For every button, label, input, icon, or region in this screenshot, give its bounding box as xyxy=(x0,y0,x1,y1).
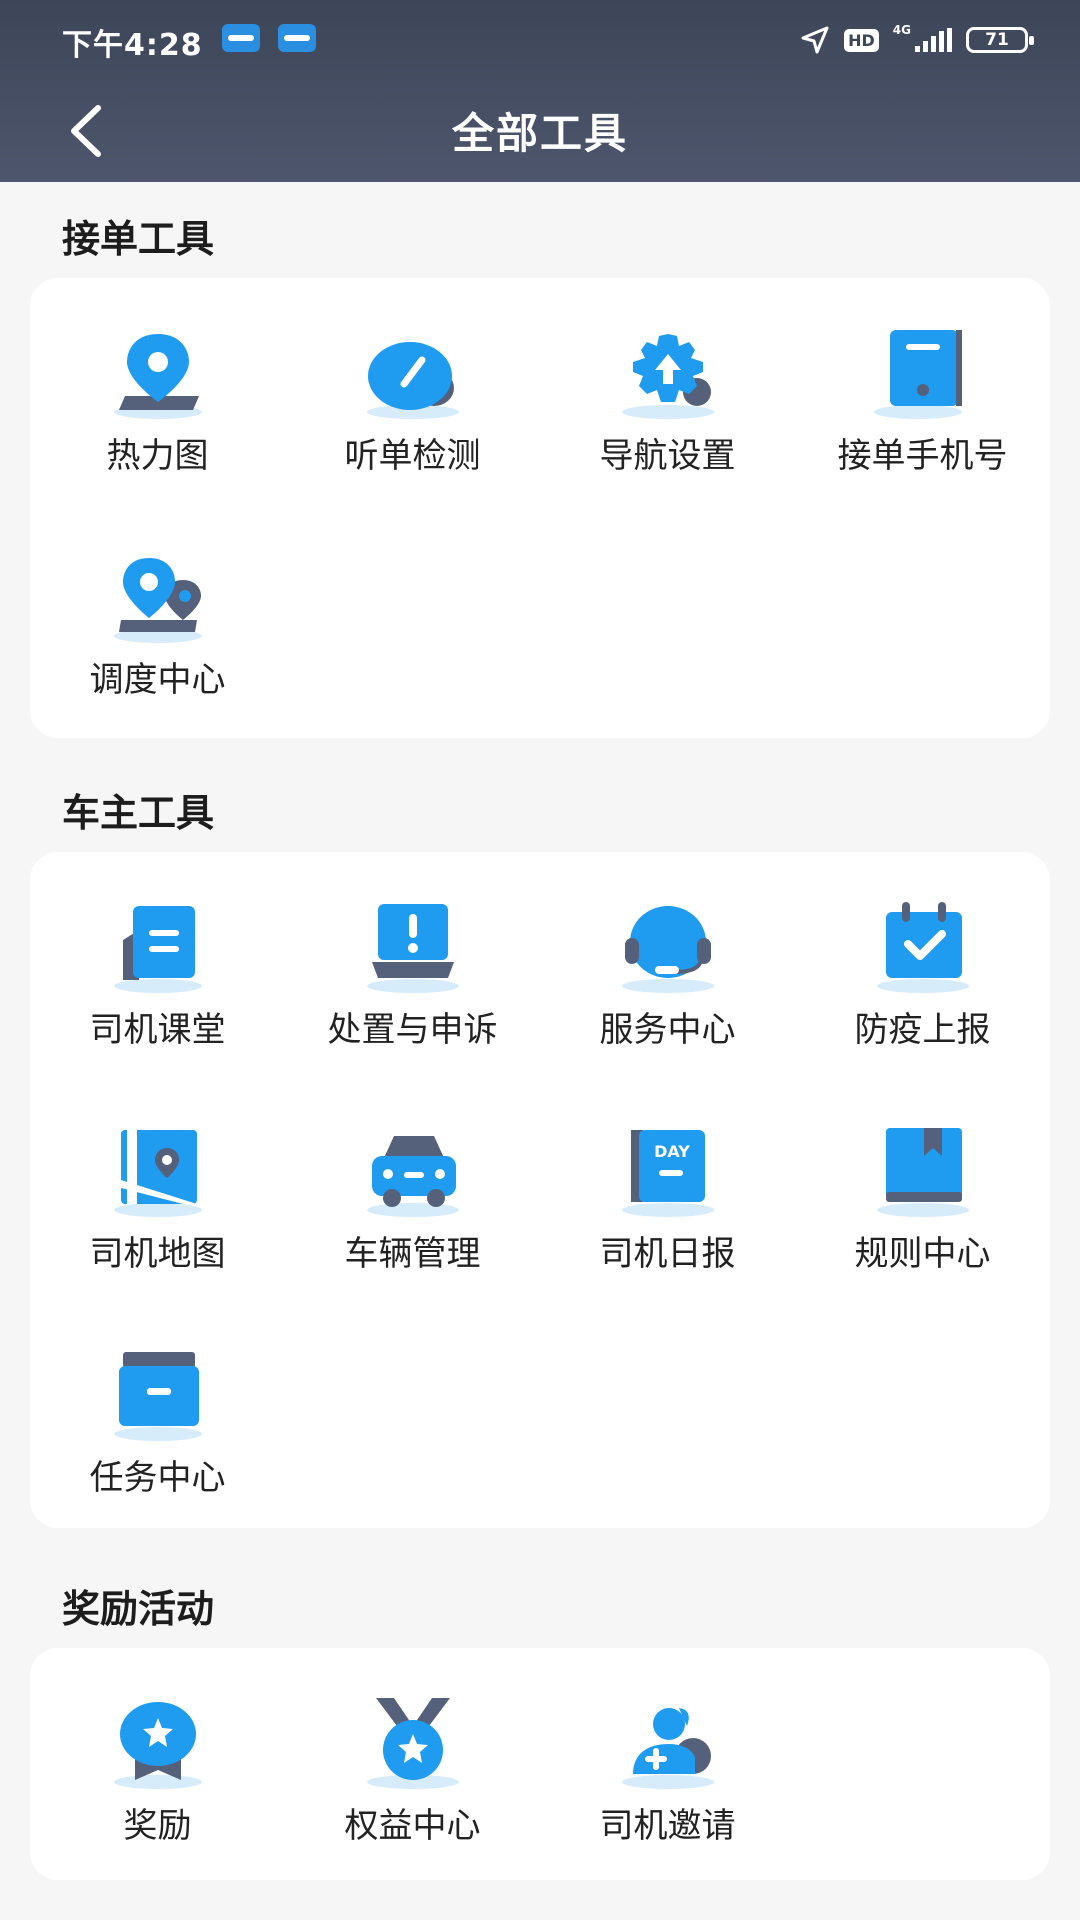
location-arrow-icon xyxy=(801,26,829,54)
reward-star-icon xyxy=(113,1702,202,1789)
status-icons: HD 4G 71 xyxy=(800,22,1034,58)
tool-order-phone[interactable]: 接单手机号 xyxy=(795,278,1050,476)
tool-label: 规则中心 xyxy=(854,1234,991,1274)
tool-label: 司机日报 xyxy=(599,1234,736,1274)
tool-label: 司机地图 xyxy=(89,1234,226,1274)
tool-listening-check[interactable]: 听单检测 xyxy=(285,278,540,476)
tool-label: 热力图 xyxy=(106,436,209,476)
tool-dispatch-center[interactable]: 调度中心 xyxy=(30,502,285,700)
tool-epidemic-report[interactable]: 防疫上报 xyxy=(795,852,1050,1050)
tool-driver-map[interactable]: 司机地图 xyxy=(30,1076,285,1274)
tool-reward[interactable]: 奖励 xyxy=(30,1648,285,1846)
rewards-card: 奖励 权益中心 司机邀请 xyxy=(30,1648,1050,1880)
map-icon xyxy=(113,1130,202,1217)
day-report-icon: DAY xyxy=(621,1130,714,1217)
tool-navigation-settings[interactable]: 导航设置 xyxy=(540,278,795,476)
tool-label: 调度中心 xyxy=(89,660,226,700)
car-icon xyxy=(366,1136,459,1217)
tool-rule-center[interactable]: 规则中心 xyxy=(795,1076,1050,1274)
invite-user-icon xyxy=(621,1708,714,1789)
status-bar: 下午4:28 HD 4G 71 xyxy=(0,0,1080,82)
tool-label: 司机邀请 xyxy=(599,1806,736,1846)
tool-label: 听单检测 xyxy=(344,436,481,476)
tool-label: 奖励 xyxy=(123,1806,192,1846)
tool-service-center[interactable]: 服务中心 xyxy=(540,852,795,1050)
tool-label: 处置与申诉 xyxy=(327,1010,498,1050)
tool-label: 司机课堂 xyxy=(89,1010,226,1050)
tool-heatmap[interactable]: 热力图 xyxy=(30,278,285,476)
tool-task-center[interactable]: 任务中心 xyxy=(30,1300,285,1498)
tool-driver-daily[interactable]: DAY 司机日报 xyxy=(540,1076,795,1274)
tool-benefits-center[interactable]: 权益中心 xyxy=(285,1648,540,1846)
gauge-icon xyxy=(366,342,459,419)
tool-label: 接单手机号 xyxy=(837,436,1008,476)
section-title-rewards: 奖励活动 xyxy=(62,1587,215,1631)
dispatch-pins-icon xyxy=(113,558,202,643)
rule-book-icon xyxy=(876,1128,969,1217)
header: 下午4:28 HD 4G 71 全部工具 xyxy=(0,0,1080,182)
hd-badge: HD xyxy=(844,28,879,52)
signal-icon xyxy=(915,28,952,52)
heatmap-pin-icon xyxy=(113,334,202,419)
notification-app-icon xyxy=(222,24,260,52)
notification-app-icon xyxy=(278,24,316,52)
notebook-icon xyxy=(113,906,202,993)
tool-label: 车辆管理 xyxy=(344,1234,481,1274)
network-type: 4G xyxy=(892,23,911,37)
page-title: 全部工具 xyxy=(451,109,628,158)
status-time: 下午4:28 xyxy=(62,28,203,63)
day-badge: DAY xyxy=(654,1142,690,1161)
tool-driver-class[interactable]: 司机课堂 xyxy=(30,852,285,1050)
alert-laptop-icon xyxy=(366,904,459,993)
tool-label: 防疫上报 xyxy=(854,1010,991,1050)
task-box-icon xyxy=(113,1352,202,1441)
battery-icon: 71 xyxy=(966,27,1034,53)
calendar-check-icon xyxy=(876,902,969,993)
tool-label: 服务中心 xyxy=(599,1010,736,1050)
tool-vehicle-management[interactable]: 车辆管理 xyxy=(285,1076,540,1274)
tool-label: 导航设置 xyxy=(599,436,736,476)
section-title-owner-tools: 车主工具 xyxy=(62,791,215,835)
medal-icon xyxy=(366,1698,459,1789)
order-tools-card: 热力图 听单检测 导航设置 接单手机号 调度中心 xyxy=(30,278,1050,738)
tool-appeal[interactable]: 处置与申诉 xyxy=(285,852,540,1050)
phone-icon xyxy=(873,330,962,419)
owner-tools-card: 司机课堂 处置与申诉 服务中心 防疫上报 司机地图 车辆管理 DAY 司机日报 … xyxy=(30,852,1050,1528)
gear-arrow-icon xyxy=(621,334,714,419)
tool-label: 权益中心 xyxy=(344,1806,481,1846)
headset-icon xyxy=(621,906,714,993)
section-title-order-tools: 接单工具 xyxy=(62,217,215,261)
tool-label: 任务中心 xyxy=(89,1458,226,1498)
tool-driver-invite[interactable]: 司机邀请 xyxy=(540,1648,795,1846)
